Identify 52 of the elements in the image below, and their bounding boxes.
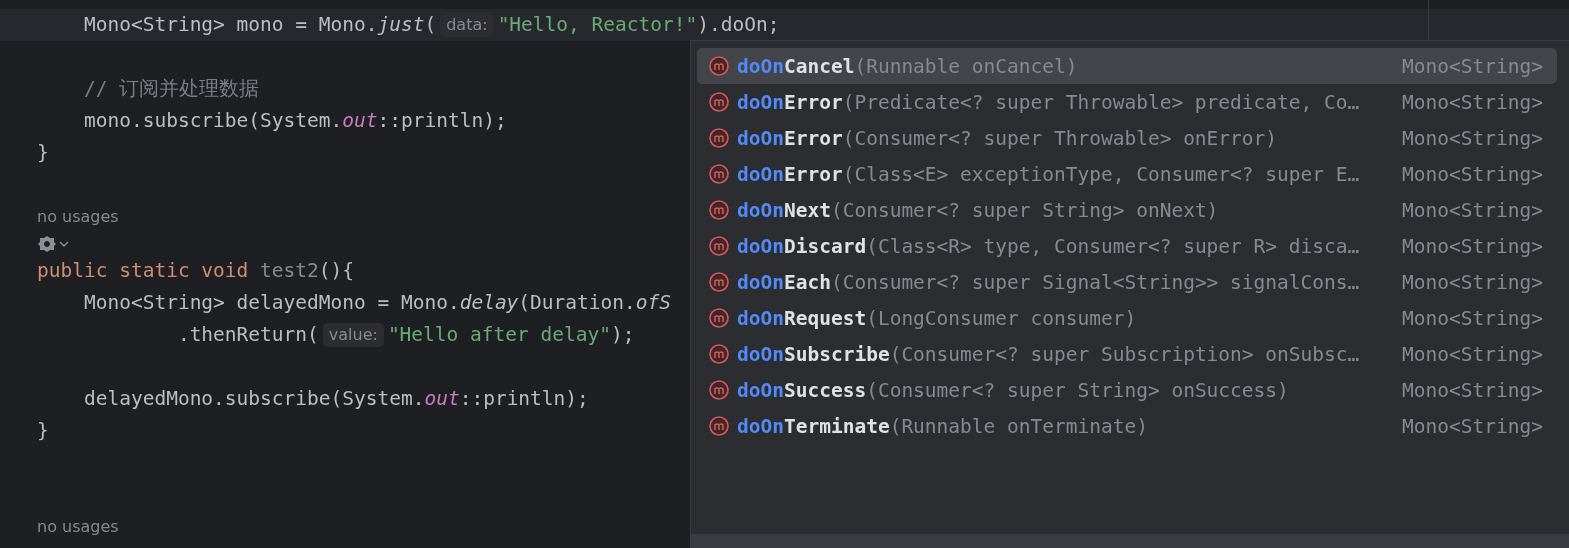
code-text: } (37, 418, 49, 444)
method-icon (709, 92, 729, 112)
completion-item[interactable]: doOnNext(Consumer<? super String> onNext) Mono<String> (697, 192, 1557, 228)
method-icon (709, 416, 729, 436)
method-icon (709, 344, 729, 364)
usage-hint: no usages (37, 516, 119, 538)
code-text: (){ (318, 258, 354, 284)
method-icon (709, 200, 729, 220)
code-text: Mono<String> delayedMono = Mono. (83, 290, 460, 316)
method-icon (709, 380, 729, 400)
string-literal: "Hello after delay" (387, 322, 611, 348)
code-text: (Duration. (518, 290, 636, 316)
field-name: out (342, 108, 378, 134)
code-text: ); (610, 322, 635, 348)
method-icon (709, 272, 729, 292)
code-comment: // 订阅并处理数据 (83, 76, 260, 102)
code-text: ::println); (459, 386, 589, 412)
completion-item[interactable]: doOnError(Class<E> exceptionType, Consumer<? super E… Mono<String> (697, 156, 1557, 192)
method-icon (709, 128, 729, 148)
code-text: delayedMono.subscribe(System. (83, 386, 425, 412)
completion-item[interactable]: doOnError(Predicate<? super Throwable> predicate, Co… Mono<String> (697, 84, 1557, 120)
code-text: ).doOn; (697, 12, 780, 38)
field-name: out (424, 386, 460, 412)
code-text: Mono<String> mono = Mono. (83, 12, 378, 38)
code-text: ( (424, 12, 437, 38)
code-text: } (37, 140, 49, 166)
completion-item[interactable]: doOnRequest(LongConsumer consumer) Mono<String> (697, 300, 1557, 336)
completion-item[interactable]: doOnTerminate(Runnable onTerminate) Mono<String> (697, 408, 1557, 444)
completion-item[interactable]: doOnSubscribe(Consumer<? super Subscription> onSubsc… Mono<String> (697, 336, 1557, 372)
parameter-hint: value: (322, 323, 384, 347)
completion-item[interactable]: doOnCancel(Runnable onCancel) Mono<String> (697, 48, 1557, 84)
method-call: just (377, 12, 425, 38)
method-call: ofS (635, 290, 671, 316)
code-text: ::println); (377, 108, 507, 134)
method-name: test2 (260, 258, 319, 284)
completion-item[interactable]: doOnEach(Consumer<? super Signal<String>> signalCons… Mono<String> (697, 264, 1557, 300)
chevron-icon[interactable] (59, 241, 69, 247)
usage-hint: no usages (37, 206, 119, 228)
completion-item[interactable]: doOnDiscard(Class<R> type, Consumer<? super R> disca… Mono<String> (697, 228, 1557, 264)
method-icon (709, 308, 729, 328)
method-icon (709, 236, 729, 256)
completion-item[interactable]: doOnError(Consumer<? super Throwable> onError) Mono<String> (697, 120, 1557, 156)
method-icon (709, 56, 729, 76)
code-text: mono.subscribe(System. (83, 108, 343, 134)
keyword: public static void (37, 258, 250, 284)
method-call: delay (459, 290, 519, 316)
gear-icon[interactable] (37, 235, 57, 253)
method-icon (709, 164, 729, 184)
parameter-hint: data: (440, 13, 494, 37)
string-literal: "Hello, Reactor!" (497, 12, 698, 38)
completion-item[interactable]: doOnSuccess(Consumer<? super String> onSuccess) Mono<String> (697, 372, 1557, 408)
code-text: .thenReturn( (177, 322, 319, 348)
